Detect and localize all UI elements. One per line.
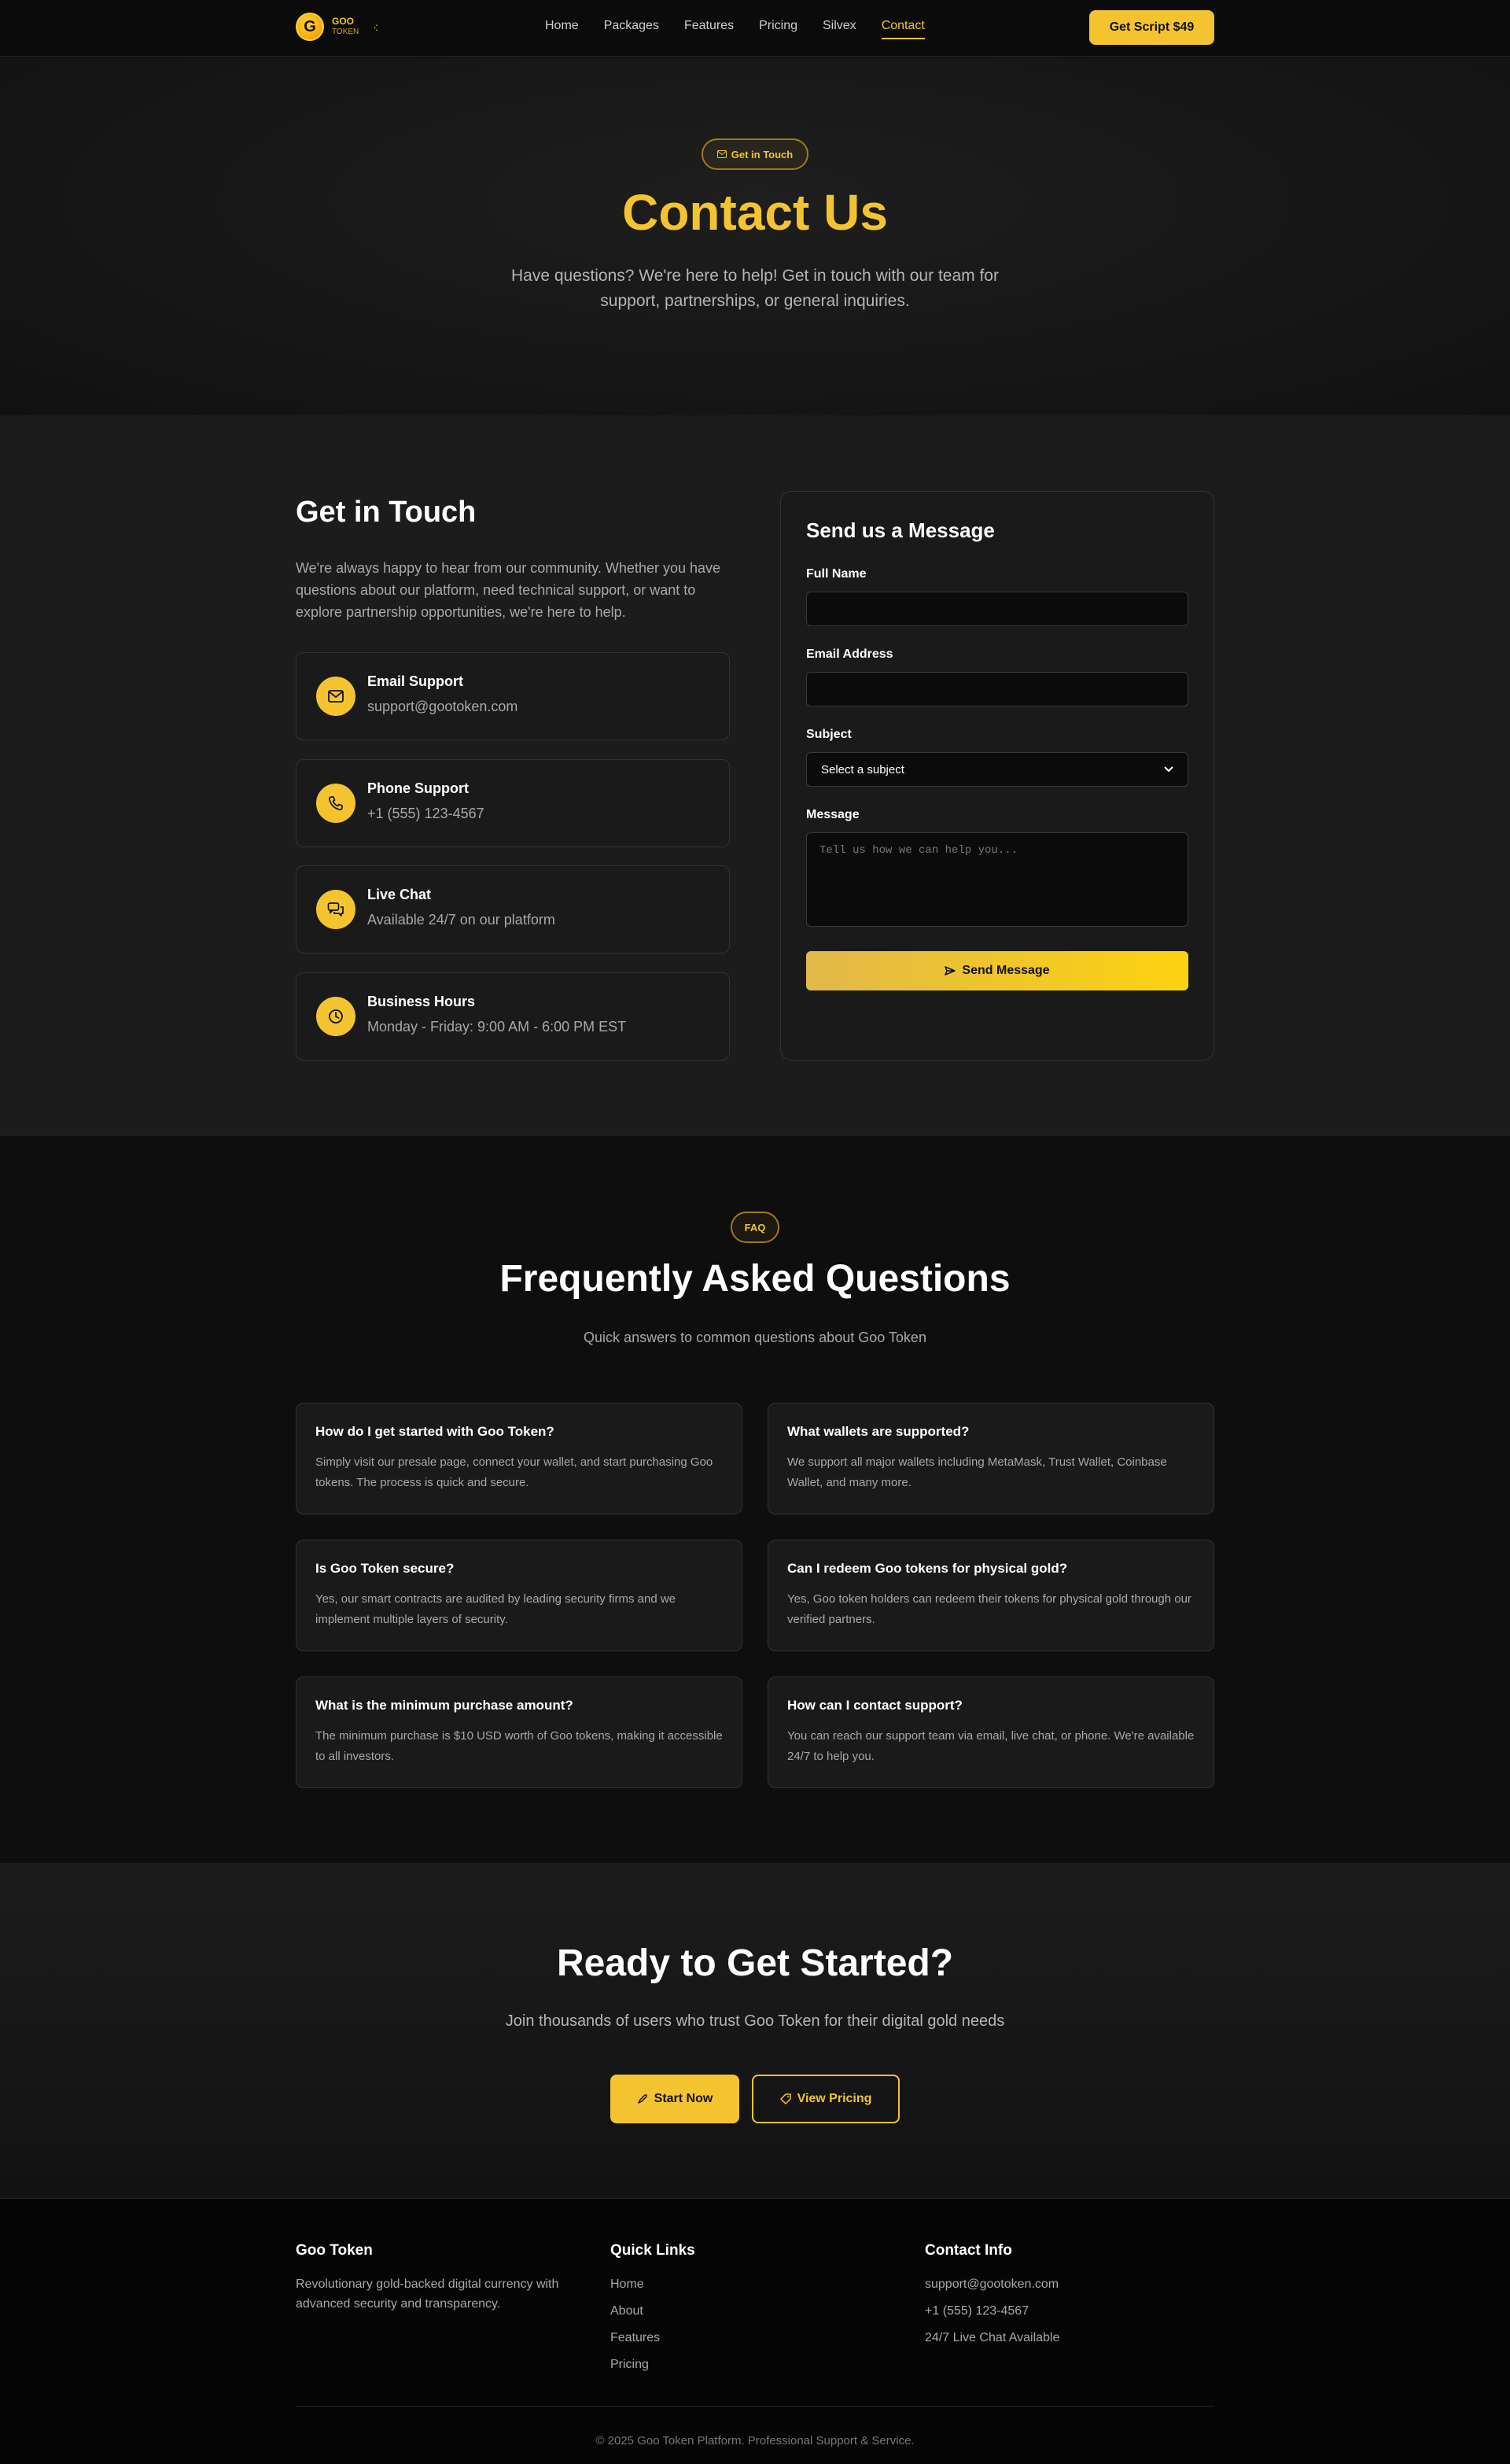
footer-brand-text: Revolutionary gold-backed digital curren… xyxy=(296,2278,559,2311)
hero-badge: Get in Touch xyxy=(702,138,808,170)
page-title: Contact Us xyxy=(622,184,888,241)
nav-link-features[interactable]: Features xyxy=(684,19,734,39)
faq-badge: FAQ xyxy=(731,1212,779,1243)
footer xyxy=(0,2198,1510,2464)
faq-section xyxy=(0,1136,1510,1863)
subject-select[interactable]: Select a subject xyxy=(806,752,1188,787)
full-name-label: Full Name xyxy=(806,567,867,581)
faq-question: What is the minimum purchase amount? xyxy=(315,1698,573,1713)
nav-link-packages[interactable]: Packages xyxy=(604,19,659,39)
start-now-button[interactable]: Start Now xyxy=(610,2075,739,2123)
footer-copyright: © 2025 Goo Token Platform. Professional … xyxy=(595,2434,915,2447)
send-message-button[interactable]: Send Message xyxy=(806,951,1188,990)
brand-logo[interactable]: G GOO TOKEN ·: xyxy=(296,13,378,41)
faq-item[interactable]: Can I redeem Goo tokens for physical gol… xyxy=(768,1540,1214,1651)
coin-icon: G xyxy=(296,13,324,41)
nav-link-home[interactable]: Home xyxy=(545,19,579,39)
hero-subtitle: Have questions? We're here to help! Get … xyxy=(511,267,999,310)
contact-card-value: Available 24/7 on our platform xyxy=(367,912,555,928)
logo-line2: TOKEN xyxy=(332,28,359,36)
get-in-touch-description: We're always happy to hear from our comm… xyxy=(296,560,721,620)
subject-label: Subject xyxy=(806,728,852,741)
nav-link-contact[interactable]: Contact xyxy=(881,19,925,39)
faq-item[interactable]: How can I contact support? You can reach… xyxy=(768,1676,1214,1788)
logo-line1: GOO xyxy=(332,16,355,27)
faq-answer: Yes, Goo token holders can redeem their … xyxy=(787,1592,1191,1626)
contact-card-value: +1 (555) 123-4567 xyxy=(367,806,484,821)
contact-card-phone: Phone Support +1 (555) 123-4567 xyxy=(296,759,730,847)
faq-title: Frequently Asked Questions xyxy=(499,1258,1011,1300)
faq-question: What wallets are supported? xyxy=(787,1424,970,1439)
rocket-icon xyxy=(637,2094,647,2104)
email-label: Email Address xyxy=(806,647,893,661)
contact-form: Send us a Message Full Name Email Addres… xyxy=(780,491,1214,1060)
sparkle-icon: ·: xyxy=(373,20,378,33)
contact-card-title: Live Chat xyxy=(367,887,432,902)
message-label: Message xyxy=(806,808,860,821)
contact-card-email: Email Support support@gootoken.com xyxy=(296,652,730,740)
nav-link-pricing[interactable]: Pricing xyxy=(759,19,797,39)
faq-item[interactable]: Is Goo Token secure? Yes, our smart cont… xyxy=(296,1540,742,1651)
footer-divider xyxy=(296,2406,1214,2407)
nav-link-silvex[interactable]: Silvex xyxy=(823,19,856,39)
faq-question: Is Goo Token secure? xyxy=(315,1561,455,1576)
chevron-down-icon xyxy=(1164,766,1173,773)
get-script-button[interactable]: Get Script $49 xyxy=(1089,10,1214,45)
footer-contact-title: Contact Info xyxy=(925,2242,1012,2259)
contact-section xyxy=(0,415,1510,1136)
subject-selected-value: Select a subject xyxy=(821,762,904,776)
footer-link-pricing[interactable]: Pricing xyxy=(610,2355,649,2374)
contact-card-value: support@gootoken.com xyxy=(367,699,518,714)
footer-brand-title: Goo Token xyxy=(296,2242,373,2259)
footer-contact-email[interactable]: support@gootoken.com xyxy=(925,2274,1059,2294)
phone-icon xyxy=(316,784,355,823)
faq-subtitle: Quick answers to common questions about … xyxy=(584,1330,926,1345)
message-textarea[interactable] xyxy=(806,832,1188,927)
top-navbar: G GOO TOKEN ·: Home Packages Features Pr… xyxy=(0,0,1510,57)
contact-card-live-chat: Live Chat Available 24/7 on our platform xyxy=(296,865,730,954)
email-input[interactable] xyxy=(806,672,1188,706)
footer-link-features[interactable]: Features xyxy=(610,2328,660,2348)
contact-card-value: Monday - Friday: 9:00 AM - 6:00 PM EST xyxy=(367,1019,627,1035)
contact-card-title: Email Support xyxy=(367,673,464,689)
get-in-touch-title: Get in Touch xyxy=(296,496,477,529)
faq-item[interactable]: How do I get started with Goo Token? Sim… xyxy=(296,1403,742,1514)
contact-card-business-hours: Business Hours Monday - Friday: 9:00 AM … xyxy=(296,972,730,1060)
mail-icon xyxy=(316,677,355,716)
footer-link-home[interactable]: Home xyxy=(610,2274,644,2294)
nav-links: Home Packages Features Pricing Silvex Co… xyxy=(545,19,925,39)
faq-answer: You can reach our support team via email… xyxy=(787,1729,1195,1763)
faq-question: How do I get started with Goo Token? xyxy=(315,1424,554,1439)
clock-icon xyxy=(316,997,355,1036)
full-name-input[interactable] xyxy=(806,592,1188,626)
faq-answer: The minimum purchase is $10 USD worth of… xyxy=(315,1729,723,1763)
form-title: Send us a Message xyxy=(806,518,995,542)
cta-title: Ready to Get Started? xyxy=(556,1942,954,1984)
faq-item[interactable]: What is the minimum purchase amount? The… xyxy=(296,1676,742,1788)
faq-answer: Simply visit our presale page, connect y… xyxy=(315,1455,713,1489)
footer-contact-phone[interactable]: +1 (555) 123-4567 xyxy=(925,2301,1029,2321)
footer-link-about[interactable]: About xyxy=(610,2301,643,2321)
faq-item[interactable]: What wallets are supported? We support a… xyxy=(768,1403,1214,1514)
faq-answer: Yes, our smart contracts are audited by … xyxy=(315,1592,676,1626)
faq-question: How can I contact support? xyxy=(787,1698,963,1713)
tag-icon xyxy=(779,2093,791,2104)
contact-card-title: Business Hours xyxy=(367,994,476,1009)
faq-answer: We support all major wallets including M… xyxy=(787,1455,1167,1489)
faq-question: Can I redeem Goo tokens for physical gol… xyxy=(787,1561,1068,1576)
view-pricing-button[interactable]: View Pricing xyxy=(752,2075,900,2123)
send-icon xyxy=(945,966,956,976)
cta-section xyxy=(0,1863,1510,2198)
footer-contact-chat: 24/7 Live Chat Available xyxy=(925,2331,1060,2344)
contact-card-title: Phone Support xyxy=(367,780,469,796)
mail-icon xyxy=(716,150,727,158)
cta-subtitle: Join thousands of users who trust Goo To… xyxy=(505,2012,1005,2030)
footer-quick-links-title: Quick Links xyxy=(610,2242,695,2259)
chat-icon xyxy=(316,890,355,929)
